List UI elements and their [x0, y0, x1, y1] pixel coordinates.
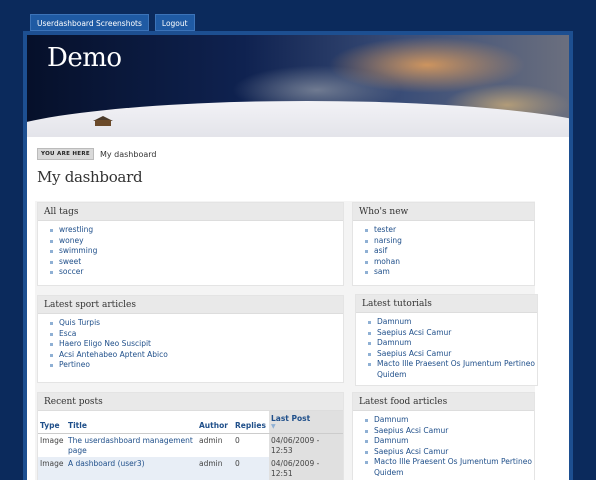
nav-logout[interactable]: Logout [154, 14, 195, 31]
user-link[interactable]: tester [365, 225, 534, 236]
article-link[interactable]: Quis Turpis [50, 318, 343, 329]
block-latest-tutorials: Latest tutorials Damnum Saepius Acsi Cam… [355, 294, 538, 386]
block-title: Recent posts [38, 393, 343, 411]
block-latest-sport-articles: Latest sport articles Quis Turpis Esca H… [37, 295, 344, 383]
user-link[interactable]: mohan [365, 257, 534, 268]
food-article-link[interactable]: Macto Ille Praesent Os Jumentum Pertineo… [365, 457, 534, 478]
breadcrumb: YOU ARE HERE My dashboard [37, 148, 156, 160]
sort-descending-icon: ▼ [271, 423, 276, 430]
tag-link[interactable]: swimming [50, 246, 343, 257]
cell-replies: 0 [235, 436, 240, 445]
block-whos-new: Who's new tester narsing asif mohan sam [352, 202, 535, 286]
tutorial-link[interactable]: Damnum [368, 317, 537, 328]
column-header-replies[interactable]: Replies [233, 411, 269, 434]
article-link[interactable]: Pertineo [50, 360, 343, 371]
page-frame: Demo YOU ARE HERE My dashboard My dashbo… [23, 31, 573, 480]
tag-link[interactable]: sweet [50, 257, 343, 268]
food-article-link[interactable]: Saepius Acsi Camur [365, 447, 534, 458]
food-article-link[interactable]: Damnum [365, 415, 534, 426]
cell-type: Image [40, 436, 64, 445]
column-header-author[interactable]: Author [197, 411, 233, 434]
cell-type: Image [40, 459, 64, 468]
cell-replies: 0 [235, 459, 240, 468]
top-navigation: Userdashboard Screenshots Logout [30, 14, 195, 31]
block-latest-food-articles: Latest food articles Damnum Saepius Acsi… [352, 392, 535, 480]
table-row: Image A dashboard (user3) admin 0 04/06/… [38, 457, 343, 480]
food-article-link[interactable]: Damnum [365, 436, 534, 447]
nav-userdashboard-screenshots[interactable]: Userdashboard Screenshots [30, 14, 149, 31]
post-title-link[interactable]: The userdashboard management page [66, 434, 197, 458]
user-link[interactable]: narsing [365, 236, 534, 247]
block-title: Who's new [353, 203, 534, 221]
tag-link[interactable]: wrestling [50, 225, 343, 236]
cell-last-post: 04/06/2009 - 12:53 [269, 433, 343, 457]
tutorial-link[interactable]: Saepius Acsi Camur [368, 349, 537, 360]
user-link[interactable]: asif [365, 246, 534, 257]
banner-hut [95, 120, 111, 126]
page-title: My dashboard [37, 168, 143, 186]
recent-posts-table: Type Title Author Replies Last Post ▼ Im… [38, 411, 343, 480]
block-title: Latest sport articles [38, 296, 343, 314]
article-link[interactable]: Esca [50, 329, 343, 340]
food-article-link[interactable]: Saepius Acsi Camur [365, 426, 534, 437]
breadcrumb-current: My dashboard [99, 149, 157, 159]
block-all-tags: All tags wrestling woney swimming sweet … [37, 202, 344, 286]
block-title: Latest tutorials [356, 295, 537, 313]
tutorial-link[interactable]: Damnum [368, 338, 537, 349]
breadcrumb-tag: YOU ARE HERE [37, 148, 94, 160]
column-header-title[interactable]: Title [66, 411, 197, 434]
author-link[interactable]: admin [197, 434, 233, 458]
column-header-last-post[interactable]: Last Post ▼ [269, 411, 343, 434]
block-title: Latest food articles [353, 393, 534, 411]
header-banner: Demo [27, 35, 569, 137]
tag-link[interactable]: soccer [50, 267, 343, 278]
user-link[interactable]: sam [365, 267, 534, 278]
tag-link[interactable]: woney [50, 236, 343, 247]
tutorial-link[interactable]: Macto Ille Praesent Os Jumentum Pertineo… [368, 359, 537, 380]
author-link[interactable]: admin [197, 457, 233, 480]
column-header-type[interactable]: Type [38, 411, 66, 434]
article-link[interactable]: Haero Eligo Neo Suscipit [50, 339, 343, 350]
block-recent-posts: Recent posts Type Title Author Replies L… [37, 392, 344, 480]
column-header-last-post-label: Last Post [271, 414, 311, 423]
page-content: Demo YOU ARE HERE My dashboard My dashbo… [27, 35, 569, 480]
block-title: All tags [38, 203, 343, 221]
post-title-link[interactable]: A dashboard (user3) [66, 457, 197, 480]
site-title[interactable]: Demo [47, 43, 122, 73]
table-row: Image The userdashboard management page … [38, 433, 343, 458]
cell-last-post: 04/06/2009 - 12:51 [269, 457, 343, 480]
tutorial-link[interactable]: Saepius Acsi Camur [368, 328, 537, 339]
article-link[interactable]: Acsi Antehabeo Aptent Abico [50, 350, 343, 361]
